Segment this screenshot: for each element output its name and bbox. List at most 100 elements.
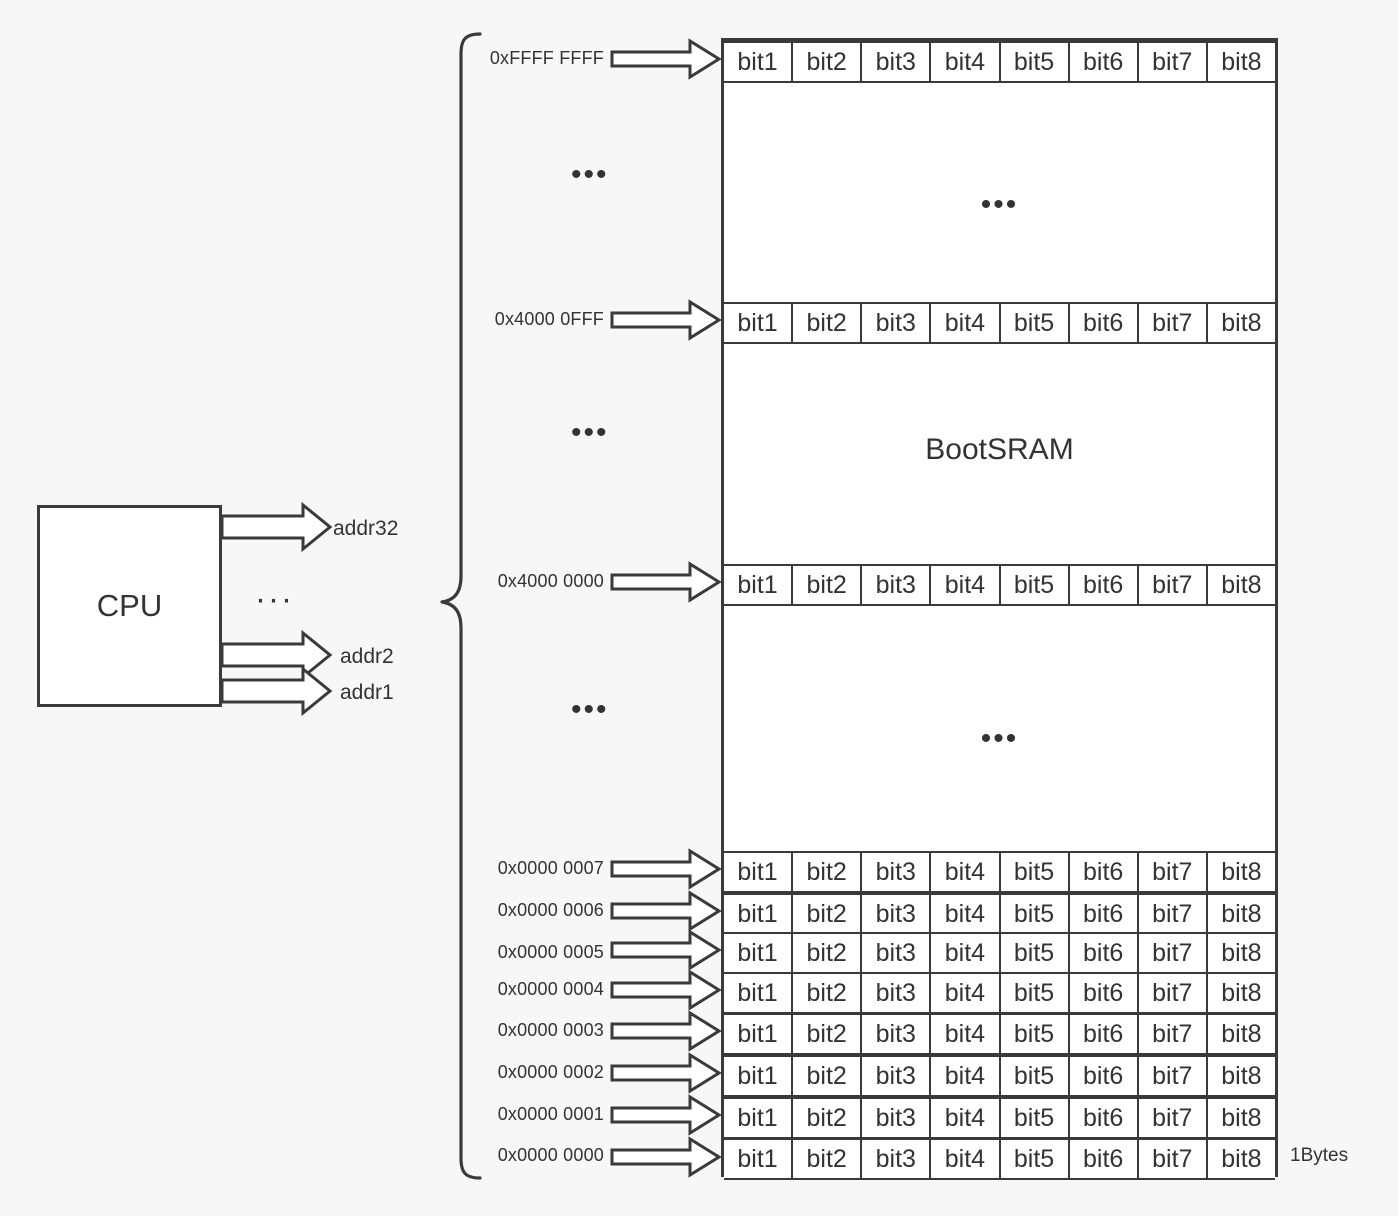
bit-cell: bit3 xyxy=(862,302,932,344)
bit-cell: bit8 xyxy=(1207,893,1275,935)
bit-cell: bit7 xyxy=(1138,1097,1208,1139)
bit-cell: bit3 xyxy=(862,893,932,935)
bit-cell: bit8 xyxy=(1207,1097,1275,1139)
bit-cell: bit6 xyxy=(1069,1097,1139,1139)
bit-cell: bit5 xyxy=(1000,972,1070,1014)
bit-cell: bit6 xyxy=(1069,302,1139,344)
bit-cell: bit5 xyxy=(1000,1138,1070,1180)
table-row: bit1 bit2 bit3 bit4 bit5 bit6 bit7 bit8 xyxy=(724,851,1275,893)
side-ellipsis-1: ••• xyxy=(571,416,609,449)
bit-cell: bit7 xyxy=(1138,1013,1208,1055)
bit-cell: bit6 xyxy=(1069,41,1139,83)
bit-cell: bit1 xyxy=(724,972,794,1014)
bit-cell: bit2 xyxy=(793,302,863,344)
address-arrow-5 xyxy=(610,929,722,971)
bit-cell: bit8 xyxy=(1207,851,1275,893)
bit-cell: bit7 xyxy=(1138,851,1208,893)
bit-cell: bit8 xyxy=(1207,302,1275,344)
bit-cell: bit5 xyxy=(1000,932,1070,974)
bit-cell: bit5 xyxy=(1000,893,1070,935)
bit-cell: bit6 xyxy=(1069,1138,1139,1180)
bit-cell: bit7 xyxy=(1138,302,1208,344)
address-arrow-7 xyxy=(610,1010,722,1052)
bit-cell: bit1 xyxy=(724,41,794,83)
bit-cell: bit6 xyxy=(1069,893,1139,935)
bit-cell: bit2 xyxy=(793,893,863,935)
bit-cell: bit2 xyxy=(793,1013,863,1055)
side-ellipsis-0: ••• xyxy=(571,158,609,191)
bit-cell: bit2 xyxy=(793,1138,863,1180)
address-arrow-0 xyxy=(610,38,722,80)
bit-cell: bit4 xyxy=(931,1013,1001,1055)
bit-cell: bit6 xyxy=(1069,932,1139,974)
region-ellipsis-upper: ••• xyxy=(980,188,1019,221)
table-row: bit1 bit2 bit3 bit4 bit5 bit6 bit7 bit8 xyxy=(724,1097,1275,1139)
bootsram-label: BootSRAM xyxy=(925,433,1074,466)
bit-cell: bit5 xyxy=(1000,1013,1070,1055)
bit-cell: bit5 xyxy=(1000,851,1070,893)
address-arrow-2 xyxy=(610,561,722,603)
bit-cell: bit1 xyxy=(724,302,794,344)
bit-cell: bit1 xyxy=(724,564,794,606)
memory-table: bit1 bit2 bit3 bit4 bit5 bit6 bit7 bit8 … xyxy=(721,38,1278,1180)
byte-width-label: 1Bytes xyxy=(1290,1145,1349,1166)
bit-cell: bit4 xyxy=(931,1138,1001,1180)
table-row: bit1 bit2 bit3 bit4 bit5 bit6 bit7 bit8 xyxy=(724,302,1275,344)
bit-cell: bit8 xyxy=(1207,932,1275,974)
address-arrow-4 xyxy=(610,890,722,932)
bit-cell: bit6 xyxy=(1069,564,1139,606)
bit-cell: bit7 xyxy=(1138,972,1208,1014)
bit-cell: bit3 xyxy=(862,1055,932,1097)
bit-cell: bit2 xyxy=(793,932,863,974)
bit-cell: bit4 xyxy=(931,893,1001,935)
bit-cell: bit8 xyxy=(1207,1138,1275,1180)
table-row: bit1 bit2 bit3 bit4 bit5 bit6 bit7 bit8 xyxy=(724,564,1275,606)
bit-cell: bit1 xyxy=(724,1055,794,1097)
bit-cell: bit1 xyxy=(724,893,794,935)
bit-cell: bit2 xyxy=(793,972,863,1014)
bit-cell: bit1 xyxy=(724,1013,794,1055)
bit-cell: bit7 xyxy=(1138,1138,1208,1180)
bit-cell: bit1 xyxy=(724,1138,794,1180)
bit-cell: bit1 xyxy=(724,851,794,893)
bit-cell: bit1 xyxy=(724,1097,794,1139)
bit-cell: bit5 xyxy=(1000,1097,1070,1139)
bit-cell: bit3 xyxy=(862,1013,932,1055)
bit-cell: bit8 xyxy=(1207,41,1275,83)
bit-cell: bit5 xyxy=(1000,41,1070,83)
bit-cell: bit5 xyxy=(1000,1055,1070,1097)
bit-cell: bit2 xyxy=(793,41,863,83)
bit-cell: bit4 xyxy=(931,851,1001,893)
bit-cell: bit7 xyxy=(1138,41,1208,83)
bit-cell: bit4 xyxy=(931,972,1001,1014)
bit-cell: bit6 xyxy=(1069,1013,1139,1055)
bit-cell: bit4 xyxy=(931,1055,1001,1097)
bit-cell: bit4 xyxy=(931,932,1001,974)
bit-cell: bit2 xyxy=(793,1097,863,1139)
bit-cell: bit3 xyxy=(862,564,932,606)
bit-cell: bit3 xyxy=(862,972,932,1014)
bit-cell: bit5 xyxy=(1000,564,1070,606)
bit-cell: bit4 xyxy=(931,564,1001,606)
address-arrow-3 xyxy=(610,848,722,890)
bit-cell: bit3 xyxy=(862,851,932,893)
bit-cell: bit3 xyxy=(862,41,932,83)
side-ellipsis-2: ••• xyxy=(571,693,609,726)
table-row: bit1 bit2 bit3 bit4 bit5 bit6 bit7 bit8 xyxy=(724,893,1275,935)
bit-cell: bit4 xyxy=(931,302,1001,344)
diagram-canvas: CPU ··· addr32 addr2 addr1 0xFFFF FFFF 0… xyxy=(0,0,1398,1216)
bit-cell: bit2 xyxy=(793,564,863,606)
bit-cell: bit4 xyxy=(931,1097,1001,1139)
bit-cell: bit3 xyxy=(862,932,932,974)
bit-cell: bit7 xyxy=(1138,932,1208,974)
bit-cell: bit3 xyxy=(862,1138,932,1180)
bit-cell: bit8 xyxy=(1207,1055,1275,1097)
table-row: bit1 bit2 bit3 bit4 bit5 bit6 bit7 bit8 xyxy=(724,1138,1275,1180)
address-arrow-8 xyxy=(610,1052,722,1094)
bit-cell: bit8 xyxy=(1207,972,1275,1014)
bit-cell: bit7 xyxy=(1138,1055,1208,1097)
bit-cell: bit5 xyxy=(1000,302,1070,344)
bit-cell: bit1 xyxy=(724,932,794,974)
address-arrow-1 xyxy=(610,299,722,341)
bit-cell: bit7 xyxy=(1138,564,1208,606)
